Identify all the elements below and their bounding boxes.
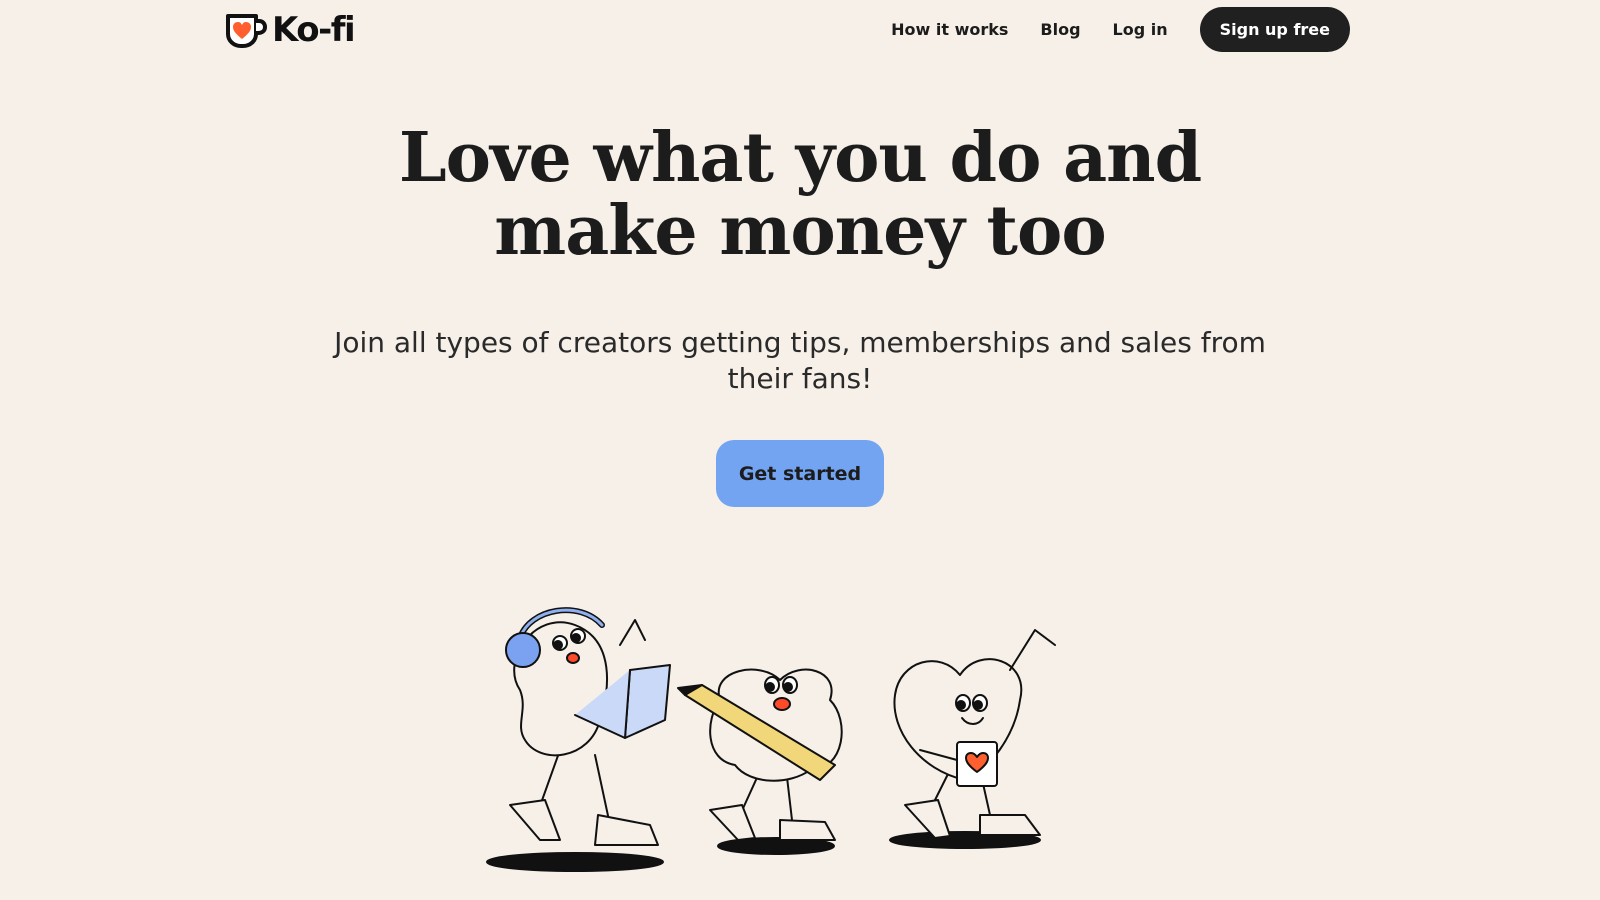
page: Ko-fi How it works Blog Log in Sign up f… (0, 0, 1600, 900)
hero-subtitle: Join all types of creators getting tips,… (334, 326, 1266, 395)
hero-title-line-2: make money too (494, 191, 1106, 271)
sign-up-button[interactable]: Sign up free (1199, 7, 1350, 52)
get-started-button[interactable]: Get started (716, 440, 884, 507)
ko-fi-cup-icon (226, 14, 268, 48)
nav-how-it-works-link[interactable]: How it works (891, 20, 1008, 39)
ko-fi-wordmark: Ko-fi (272, 10, 356, 50)
main-nav: How it works Blog Log in Sign up free (891, 7, 1350, 52)
top-nav-bar: Ko-fi How it works Blog Log in Sign up f… (0, 0, 1600, 60)
pencil-character (677, 668, 843, 855)
nav-log-in-link[interactable]: Log in (1113, 20, 1168, 39)
heart-mug-character (889, 629, 1056, 849)
nav-blog-link[interactable]: Blog (1040, 20, 1080, 39)
hero-title: Love what you do and make money too (0, 122, 1600, 268)
laptop-character (486, 607, 671, 872)
creators-illustration (486, 607, 1056, 872)
ko-fi-logo[interactable]: Ko-fi (224, 10, 356, 50)
hero-title-line-1: Love what you do and (398, 118, 1202, 198)
